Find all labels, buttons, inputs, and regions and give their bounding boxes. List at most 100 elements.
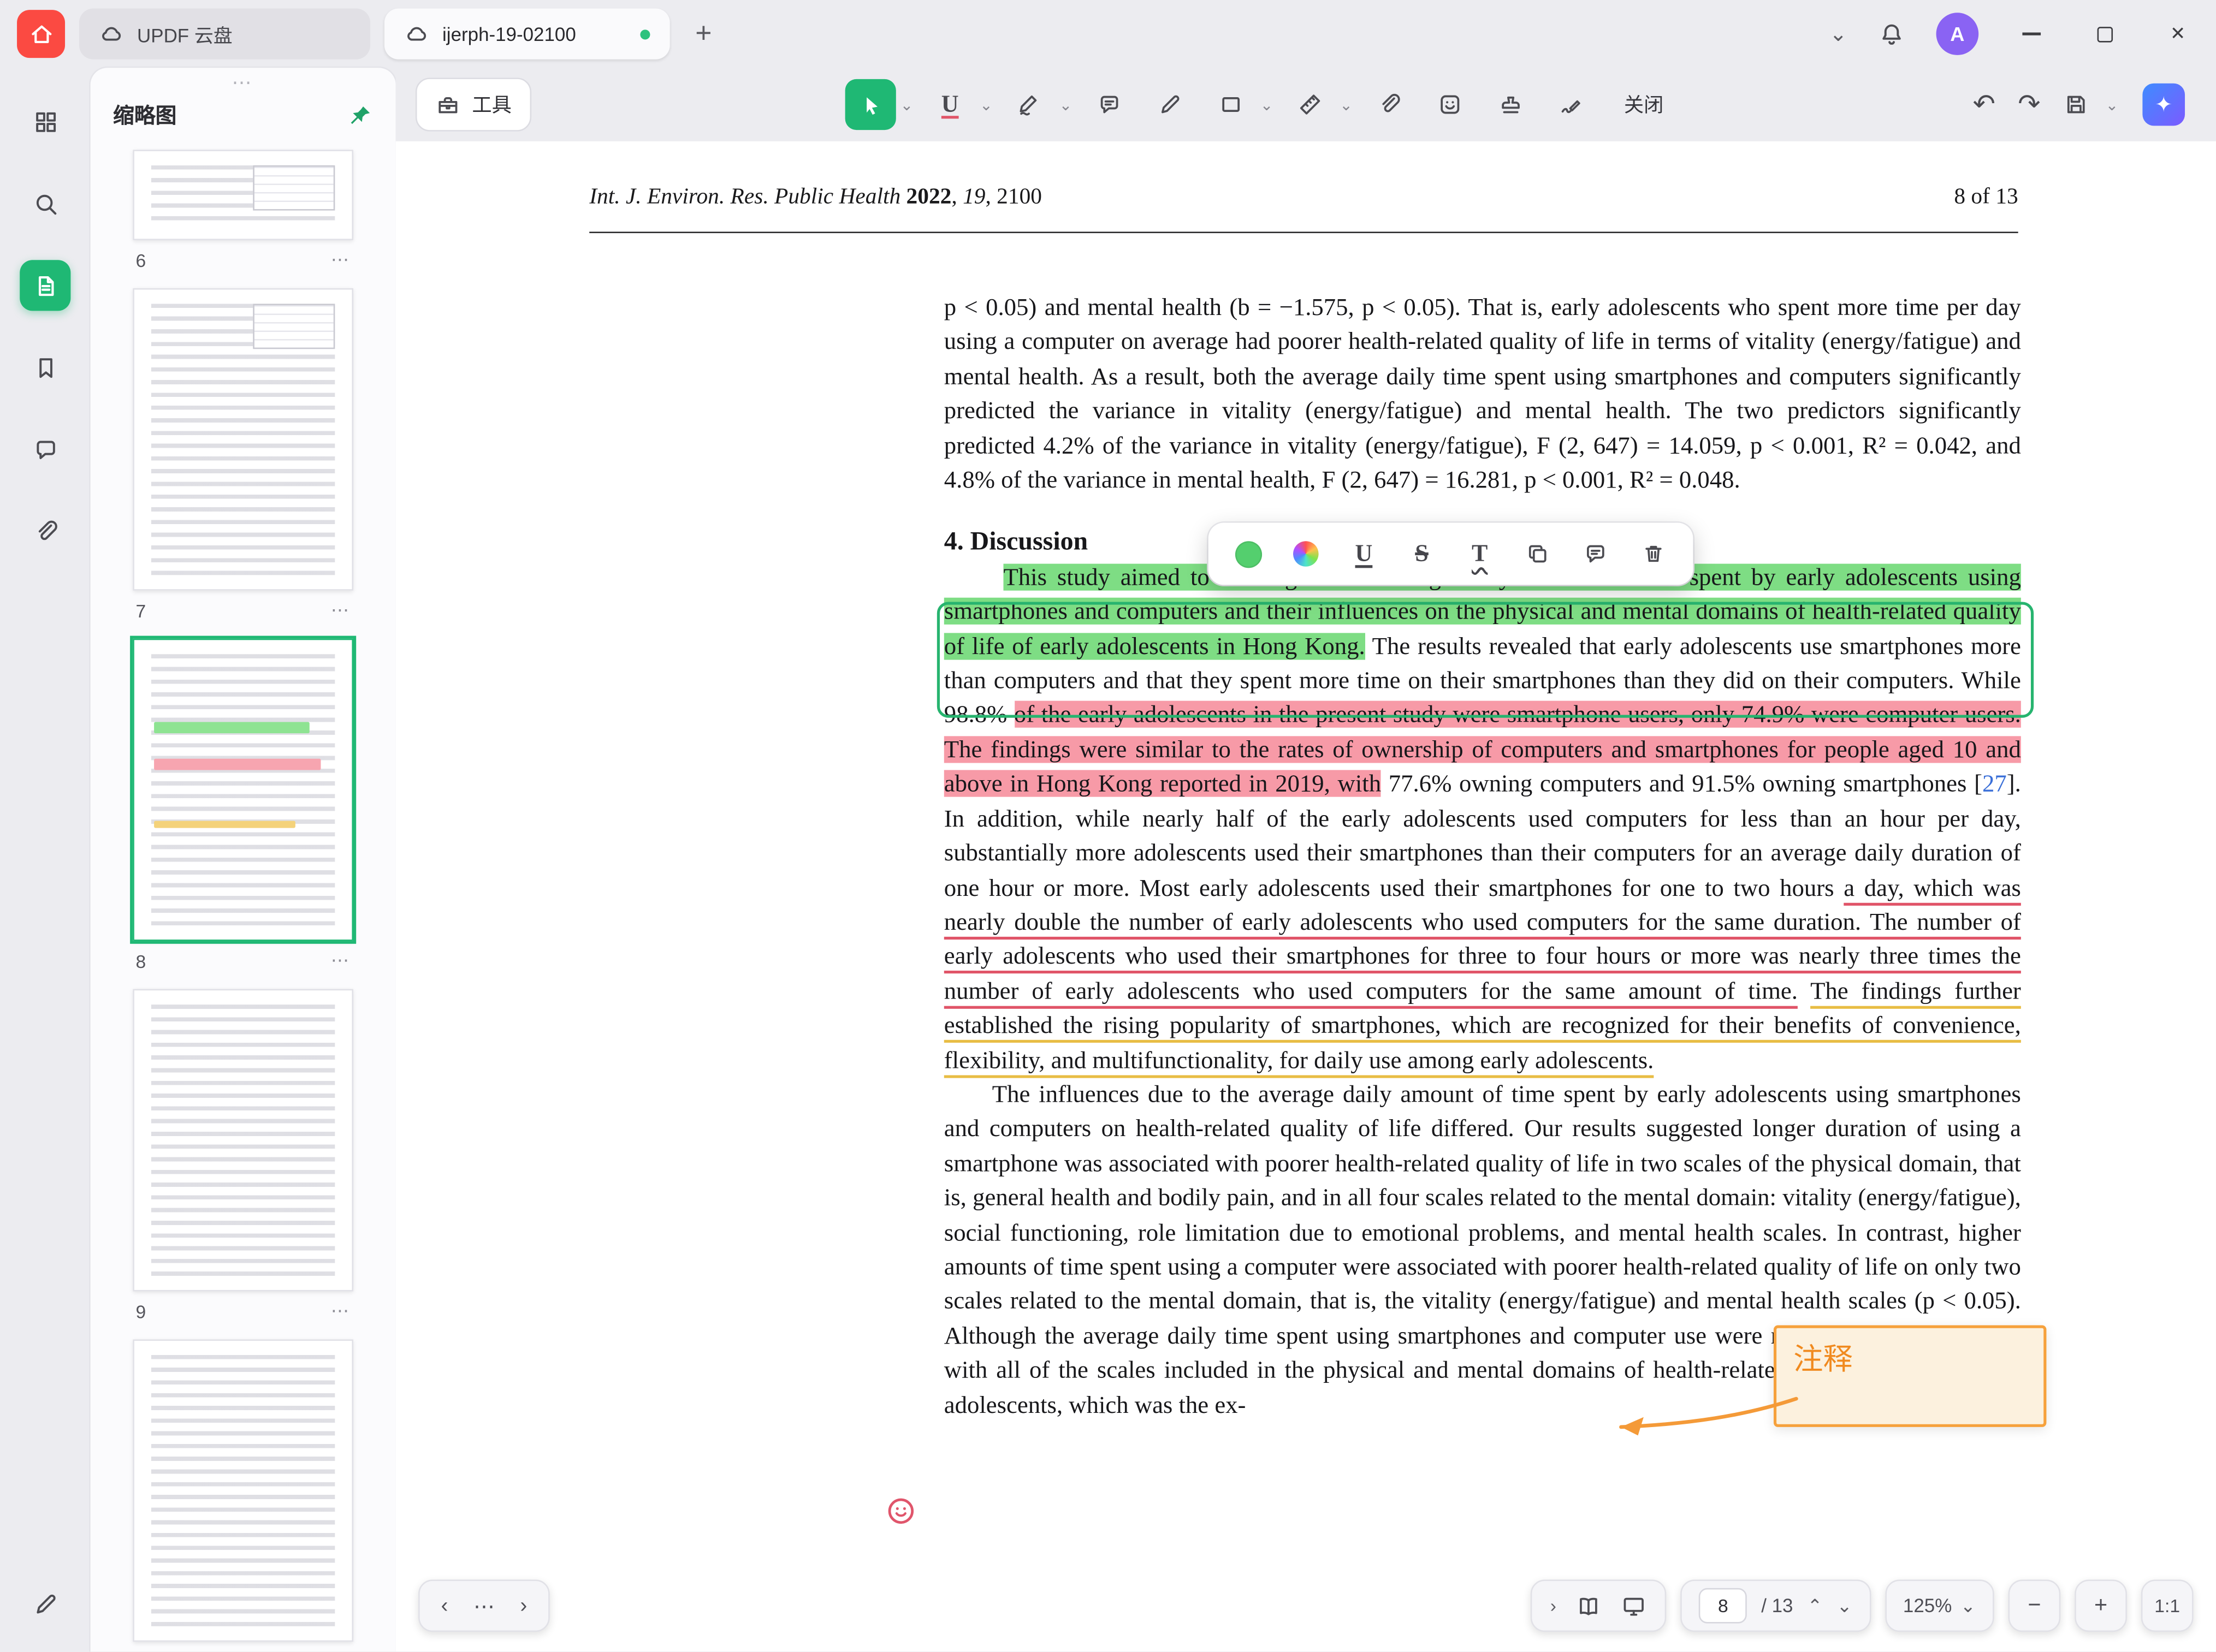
zoom-dropdown-icon: ⌄ bbox=[1960, 1595, 1976, 1617]
highlighter-icon bbox=[1017, 92, 1042, 117]
tool-group: ⌄ U ⌄ ⌄ bbox=[845, 79, 1664, 130]
text-segment: 19 bbox=[963, 185, 985, 209]
thumbnail-page[interactable] bbox=[133, 288, 353, 591]
thumbnail-panel: ⋯ 缩略图 6 ⋯ bbox=[91, 68, 396, 1651]
text-segment: , bbox=[951, 185, 963, 209]
thumbnail-menu-button[interactable]: ⋯ bbox=[331, 1300, 351, 1322]
tab-label: ijerph-19-02100 bbox=[442, 23, 576, 45]
thumbnail-menu-button[interactable]: ⋯ bbox=[331, 248, 351, 271]
highlighter-tool-button[interactable] bbox=[1004, 79, 1055, 130]
thumbnail-page-number: 6 bbox=[135, 249, 146, 271]
shape-tool-button[interactable] bbox=[1205, 79, 1256, 130]
zoom-in-button[interactable]: + bbox=[2075, 1579, 2127, 1632]
home-icon bbox=[27, 21, 54, 47]
previous-page-button[interactable]: ⌃ bbox=[1807, 1595, 1822, 1617]
sticky-note-label: 注释 bbox=[1793, 1344, 1853, 1376]
select-tool-dropdown[interactable]: ⌄ bbox=[900, 96, 914, 114]
stamp-icon bbox=[1498, 92, 1524, 117]
actual-size-button[interactable]: 1:1 bbox=[2141, 1579, 2194, 1632]
tools-button[interactable]: 工具 bbox=[416, 78, 531, 131]
apps-grid-button[interactable] bbox=[20, 96, 70, 147]
sticker-tool-button[interactable] bbox=[1425, 79, 1476, 130]
text-segment: 27 bbox=[1982, 770, 2007, 797]
select-tool-button[interactable] bbox=[845, 79, 896, 130]
underline-icon: U bbox=[941, 91, 959, 119]
thumbnail-menu-button[interactable]: ⋯ bbox=[331, 949, 351, 972]
color-picker-button[interactable] bbox=[1281, 530, 1331, 578]
copy-button[interactable] bbox=[1512, 530, 1563, 578]
highlighter-tool-dropdown[interactable]: ⌄ bbox=[1059, 96, 1073, 114]
text-segment: 77.6% owning computers and 91.5% owning … bbox=[1381, 770, 1982, 797]
ruler-icon bbox=[1297, 92, 1323, 117]
attach-file-tool-button[interactable] bbox=[1364, 79, 1415, 130]
comment-icon bbox=[32, 436, 58, 462]
bookmarks-button[interactable] bbox=[20, 342, 70, 393]
minimize-button[interactable] bbox=[2010, 13, 2052, 55]
nav-previous-button[interactable]: ‹ bbox=[441, 1594, 448, 1618]
home-button[interactable] bbox=[17, 10, 65, 58]
thumbnail-menu-button[interactable]: ⋯ bbox=[331, 599, 351, 621]
pen-mode-button[interactable] bbox=[20, 1578, 70, 1629]
annotation-toolbar: 工具 ⌄ U ⌄ bbox=[396, 68, 2216, 141]
tab-updf-cloud[interactable]: UPDF 云盘 bbox=[79, 9, 370, 60]
reading-mode-button[interactable] bbox=[1576, 1593, 1602, 1619]
account-avatar[interactable]: A bbox=[1936, 13, 1979, 55]
bookmark-icon bbox=[32, 354, 58, 381]
page-number-input[interactable] bbox=[1699, 1588, 1747, 1624]
squiggly-underline-button[interactable]: T bbox=[1454, 530, 1505, 578]
highlight-color-swatch[interactable] bbox=[1223, 530, 1273, 578]
new-tab-button[interactable]: + bbox=[684, 17, 724, 50]
close-toolbar-button[interactable]: 关闭 bbox=[1624, 91, 1663, 119]
pin-icon bbox=[348, 103, 374, 128]
add-comment-button[interactable] bbox=[1570, 530, 1621, 578]
save-button[interactable] bbox=[2063, 92, 2089, 117]
close-window-button[interactable]: ✕ bbox=[2156, 13, 2199, 55]
stamp-tool-button[interactable] bbox=[1485, 79, 1536, 130]
delete-annotation-button[interactable] bbox=[1628, 530, 1679, 578]
title-bar: UPDF 云盘 ijerph-19-02100 + ⌄ A ✕ bbox=[0, 0, 2216, 68]
undo-button[interactable]: ↶ bbox=[1973, 91, 1995, 118]
quick-nav-pill: ‹ ⋯ › bbox=[418, 1579, 550, 1632]
strikethrough-button[interactable]: S bbox=[1396, 530, 1447, 578]
nav-next-button[interactable]: › bbox=[520, 1594, 527, 1618]
pencil-tool-button[interactable] bbox=[1144, 79, 1195, 130]
measure-tool-button[interactable] bbox=[1284, 79, 1335, 130]
zoom-level-dropdown[interactable]: 125% ⌄ bbox=[1885, 1579, 1994, 1632]
maximize-icon bbox=[2096, 26, 2112, 41]
next-page-button[interactable]: ⌄ bbox=[1837, 1595, 1852, 1617]
search-button[interactable] bbox=[20, 178, 70, 229]
signature-tool-button[interactable] bbox=[1547, 79, 1597, 130]
save-icon bbox=[2063, 92, 2089, 117]
zoom-out-button[interactable]: − bbox=[2008, 1579, 2061, 1632]
underline-button[interactable]: U bbox=[1338, 530, 1389, 578]
thumbnail-page[interactable] bbox=[133, 150, 353, 240]
comment-anchor-icon[interactable] bbox=[885, 1495, 917, 1528]
tab-document[interactable]: ijerph-19-02100 bbox=[384, 9, 670, 60]
measure-tool-dropdown[interactable]: ⌄ bbox=[1340, 96, 1353, 114]
minimize-icon bbox=[2022, 33, 2040, 35]
redo-button[interactable]: ↷ bbox=[2018, 91, 2040, 118]
collapse-controls-button[interactable]: › bbox=[1550, 1595, 1556, 1617]
thumbnail-list: 6 ⋯ 7 ⋯ bbox=[91, 144, 396, 1651]
notifications-button[interactable] bbox=[1878, 21, 1905, 47]
thumbnail-page[interactable] bbox=[133, 989, 353, 1292]
shape-tool-dropdown[interactable]: ⌄ bbox=[1260, 96, 1273, 114]
thumbnail-page[interactable] bbox=[133, 639, 353, 941]
thumbnail-page[interactable] bbox=[133, 1339, 353, 1642]
thumbnails-panel-button[interactable] bbox=[20, 260, 70, 311]
maximize-button[interactable] bbox=[2083, 13, 2126, 55]
nav-more-button[interactable]: ⋯ bbox=[473, 1593, 495, 1619]
comment-tool-button[interactable] bbox=[1083, 79, 1134, 130]
paperclip-icon bbox=[1377, 92, 1402, 117]
sticky-note-annotation[interactable]: 注释 bbox=[1774, 1326, 2046, 1427]
updf-ai-button[interactable]: ✦ bbox=[2142, 84, 2185, 126]
save-dropdown[interactable]: ⌄ bbox=[2106, 96, 2119, 114]
collapse-toolbar-icon[interactable]: ⌄ bbox=[1829, 21, 1847, 47]
underline-tool-button[interactable]: U bbox=[925, 79, 975, 130]
presentation-mode-button[interactable] bbox=[1621, 1593, 1647, 1619]
underline-tool-dropdown[interactable]: ⌄ bbox=[980, 96, 993, 114]
pin-panel-button[interactable] bbox=[348, 103, 374, 128]
comments-panel-button[interactable] bbox=[20, 424, 70, 474]
panel-drag-handle[interactable]: ⋯ bbox=[91, 68, 396, 94]
attachments-button[interactable] bbox=[20, 506, 70, 557]
